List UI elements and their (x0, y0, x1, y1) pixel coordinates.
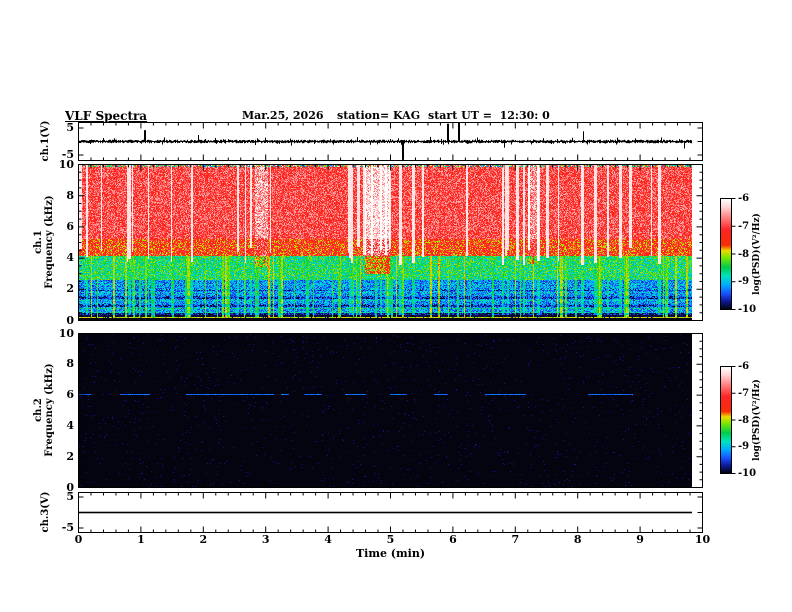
x-tick-label: 2 (199, 533, 208, 546)
y-axis-label-ch2: ch.2 (33, 398, 44, 422)
y-tick-label-spec1: 4 (66, 251, 74, 265)
colorbar2-tick-label: -6 (738, 361, 750, 372)
y-tick-label-spec2: 8 (66, 357, 74, 371)
colorbar1-tick-label: -8 (738, 248, 750, 260)
x-tick-label: 4 (324, 533, 332, 546)
y-tick-label-spec2: 4 (66, 418, 74, 432)
ch1-spectrogram-canvas (79, 165, 702, 320)
colorbar2-tick-label: -9 (738, 441, 750, 453)
x-tick-label: 3 (261, 533, 270, 546)
y-tick-label-spec2: 2 (66, 449, 74, 463)
colorbar-ch1 (720, 198, 732, 310)
y-tick-label-ch1: 5 (66, 121, 74, 134)
y-tick-label-spec1: 2 (66, 282, 74, 296)
x-tick-label: 6 (449, 533, 457, 546)
ch1-waveform-canvas (79, 123, 702, 160)
vlf-spectra-plot: VLF Spectra Mar.25, 2026 station= KAG st… (0, 0, 792, 612)
header-start-ut: start UT = 12:30: 0 (428, 109, 550, 122)
x-tick-label: 8 (573, 533, 582, 546)
colorbar2-tick-label: -7 (738, 387, 750, 399)
colorbar1-tick-label: -7 (738, 220, 750, 232)
x-tick-label: 0 (74, 533, 83, 546)
y-tick-label-spec1: 0 (66, 313, 74, 327)
y-tick-label-ch3: 5 (66, 490, 74, 503)
plot-title: VLF Spectra (65, 109, 148, 123)
colorbar-ch1-unit-label: log(PSD)(V²/Hz) (752, 213, 762, 295)
ch2-spectrogram-canvas (79, 334, 702, 487)
colorbar-ch2 (720, 366, 732, 474)
y-axis-label-ch1: ch.1 (33, 230, 44, 254)
x-tick-label: 9 (636, 533, 644, 546)
y-tick-label-spec2: 10 (58, 326, 74, 340)
colorbar1-tick-label: -6 (738, 193, 750, 204)
colorbar2-tick-label: -10 (738, 468, 757, 479)
x-tick-label: 10 (694, 533, 711, 546)
x-tick-label: 7 (511, 533, 520, 546)
colorbar1-tick-label: -10 (738, 304, 757, 315)
y-tick-label-spec1: 8 (66, 188, 74, 202)
colorbar1-tick-label: -9 (738, 276, 750, 288)
y-tick-label-spec2: 6 (66, 388, 74, 402)
header-date: Mar.25, 2026 (242, 109, 324, 122)
x-tick-label: 5 (386, 533, 395, 546)
colorbar-ch2-unit-label: log(PSD)(V²/Hz) (752, 379, 762, 461)
x-tick-label: 1 (137, 533, 145, 546)
header-station: station= KAG (337, 109, 421, 122)
y-tick-label-ch1: -5 (61, 148, 74, 161)
y-tick-label-spec1: 6 (66, 219, 74, 233)
x-axis-title: Time (min) (355, 547, 426, 560)
ch3-waveform-canvas (79, 493, 702, 532)
y-tick-label-ch3: -5 (61, 521, 74, 534)
colorbar2-tick-label: -8 (738, 414, 750, 426)
